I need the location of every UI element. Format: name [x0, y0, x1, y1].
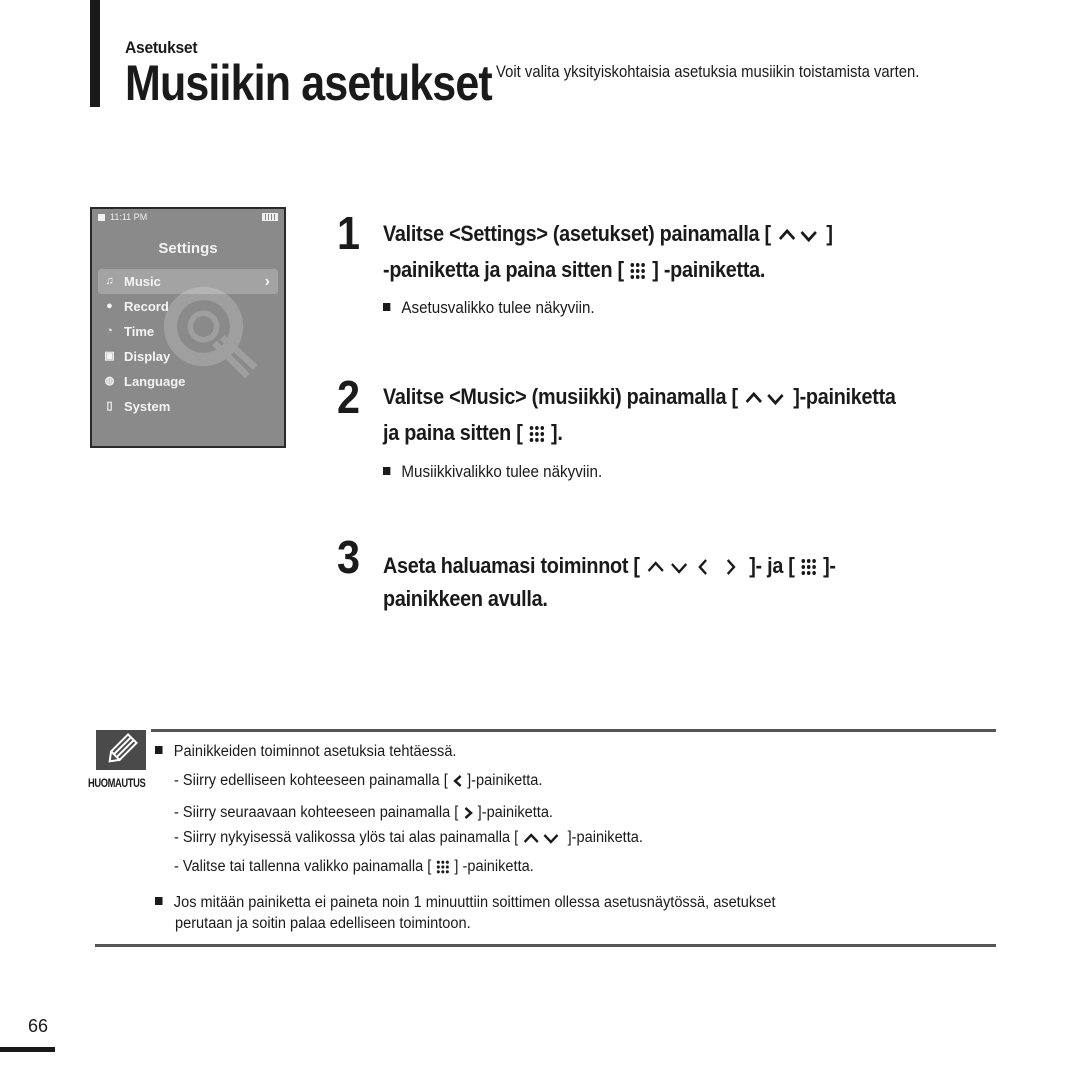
menu-grid-button-icon — [529, 426, 544, 443]
note-item-text: ]-painiketta. — [467, 772, 543, 789]
device-menu: ♫ Music › ● Record ◔ Time ▣ Display ◍ La… — [98, 269, 278, 419]
note-label: HUOMAUTUS — [88, 776, 146, 790]
step-text: ja paina sitten [ — [383, 420, 523, 445]
menu-item-label: Record — [124, 299, 169, 314]
step-1-line-1: Valitse <Settings> (asetukset) painamall… — [383, 216, 833, 252]
step-text: Valitse <Settings> (asetukset) painamall… — [383, 221, 771, 246]
music-note-icon: ♫ — [105, 275, 114, 287]
step-1-note: Asetusvalikko tulee näkyviin. — [383, 298, 595, 318]
note-heading: Painikkeiden toiminnot asetuksia tehtäes… — [155, 742, 456, 762]
up-down-buttons-icon — [778, 229, 817, 243]
up-down-buttons-icon — [745, 392, 784, 406]
display-icon: ▣ — [104, 350, 115, 362]
note-item-text: - Valitse tai tallenna valikko painamall… — [174, 858, 432, 875]
note-item-text: ] -painiketta. — [454, 858, 534, 875]
step-text: Valitse <Music> (musiikki) painamalla [ — [383, 384, 738, 409]
chevron-right-icon: › — [264, 273, 270, 290]
note-pencil-icon — [96, 730, 146, 770]
chevron-right-icon — [464, 806, 473, 819]
page-description: Voit valita yksityiskohtaisia asetuksia … — [496, 63, 920, 81]
note-item-text: - Siirry edelliseen kohteeseen painamall… — [174, 772, 448, 789]
note-timeout-text: Jos mitään painiketta ei paineta noin 1 … — [173, 894, 776, 911]
bullet-icon — [383, 303, 391, 311]
step-text: ]- — [823, 553, 836, 578]
battery-icon — [262, 213, 278, 221]
note-item: - Siirry seuraavaan kohteeseen painamall… — [174, 803, 553, 823]
device-title: Settings — [158, 240, 218, 257]
page-number-rule — [0, 1047, 55, 1052]
menu-item-label: Time — [124, 324, 155, 339]
step-text: -painiketta ja paina sitten [ — [383, 257, 624, 282]
note-item: - Siirry nykyisessä valikossa ylös tai a… — [174, 828, 643, 848]
menu-grid-button-icon — [630, 263, 646, 280]
note-heading-text: Painikkeiden toiminnot asetuksia tehtäes… — [173, 743, 457, 760]
note-item: - Siirry edelliseen kohteeseen painamall… — [174, 771, 542, 791]
note-bottom-rule — [95, 944, 996, 947]
step-2-line-2: ja paina sitten [ ]. — [383, 415, 563, 451]
record-icon: ● — [106, 300, 113, 312]
step-text: ] -painiketta. — [652, 257, 766, 282]
note-timeout-line-2: perutaan ja soitin palaa edelliseen toim… — [175, 915, 471, 932]
step-note-text: Musiikkivalikko tulee näkyviin. — [401, 463, 603, 481]
bullet-icon — [383, 467, 391, 475]
note-item-text: - Siirry nykyisessä valikossa ylös tai a… — [174, 829, 519, 846]
page-number: 66 — [28, 1016, 49, 1036]
device-menu-item-language[interactable]: ◍ Language — [98, 369, 278, 394]
bullet-icon — [155, 897, 163, 905]
device-menu-item-record[interactable]: ● Record — [98, 294, 278, 319]
device-time: 11:11 PM — [110, 212, 148, 222]
device-menu-item-music[interactable]: ♫ Music › — [98, 269, 278, 294]
navigation-buttons-icon — [647, 559, 736, 576]
step-2-line-1: Valitse <Music> (musiikki) painamalla [ … — [383, 379, 896, 415]
note-item-text: ]-painiketta. — [567, 829, 643, 846]
step-text: Aseta haluamasi toiminnot [ — [383, 553, 640, 578]
step-3-line-2: painikkeen avulla. — [383, 586, 548, 611]
device-menu-item-system[interactable]: ▯ System — [98, 394, 278, 419]
menu-item-label: Language — [124, 374, 186, 389]
system-icon: ▯ — [106, 400, 113, 412]
page-title: Musiikin asetukset — [125, 55, 493, 111]
note-item-text: - Siirry seuraavaan kohteeseen painamall… — [174, 804, 459, 821]
note-item-text: ]-painiketta. — [477, 804, 553, 821]
menu-grid-button-icon — [436, 860, 449, 874]
menu-item-label: Display — [124, 349, 171, 364]
step-text: ]- ja [ — [749, 553, 795, 578]
menu-item-label: Music — [124, 274, 161, 289]
clock-icon: ◔ — [106, 325, 113, 337]
pencil-icon — [108, 733, 138, 763]
status-square-icon — [98, 214, 105, 221]
step-text: ] — [826, 221, 833, 246]
note-top-rule — [151, 729, 996, 732]
step-2-number: 2 — [337, 371, 361, 423]
device-menu-item-time[interactable]: ◔ Time — [98, 319, 278, 344]
step-3-line-1: Aseta haluamasi toiminnot [ ]- ja [ ]- — [383, 548, 836, 584]
step-text: ]-painiketta — [793, 384, 896, 409]
note-timeout-line-1: Jos mitään painiketta ei paineta noin 1 … — [155, 893, 776, 913]
up-down-buttons-icon — [524, 833, 559, 844]
step-text: ]. — [551, 420, 563, 445]
bullet-icon — [155, 746, 163, 754]
menu-item-label: System — [124, 399, 171, 414]
step-2-note: Musiikkivalikko tulee näkyviin. — [383, 462, 602, 482]
step-3-number: 3 — [337, 531, 361, 583]
device-menu-item-display[interactable]: ▣ Display — [98, 344, 278, 369]
note-item: - Valitse tai tallenna valikko painamall… — [174, 857, 534, 877]
device-status-bar: 11:11 PM — [96, 212, 280, 224]
header-accent-bar — [90, 0, 100, 107]
step-1-number: 1 — [337, 207, 361, 259]
globe-icon: ◍ — [104, 375, 115, 387]
menu-grid-button-icon — [801, 559, 817, 576]
device-screen: 11:11 PM Settings ♫ Music › ● Record ◔ T… — [90, 207, 286, 448]
step-note-text: Asetusvalikko tulee näkyviin. — [401, 299, 595, 317]
step-1-line-2: -painiketta ja paina sitten [ ] -painike… — [383, 252, 765, 288]
chevron-left-icon — [452, 774, 462, 787]
